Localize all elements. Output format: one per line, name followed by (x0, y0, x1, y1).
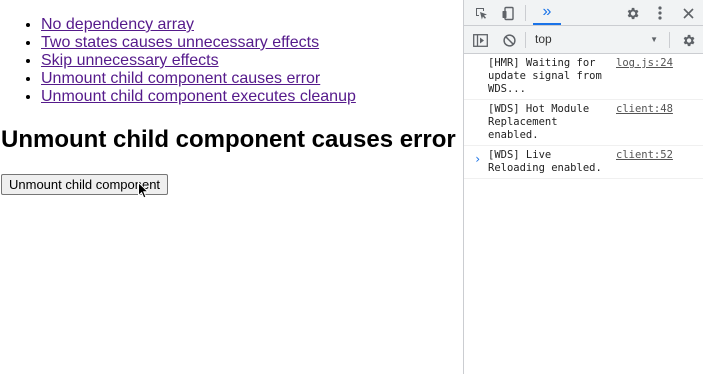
prompt-chevron-icon: › (474, 152, 482, 166)
page-title: Unmount child component causes error (1, 126, 456, 153)
console-toolbar: top ▼ (464, 26, 703, 54)
link-two-states[interactable]: Two states causes unnecessary effects (41, 34, 319, 51)
device-toolbar-icon[interactable] (499, 4, 517, 22)
list-item: Two states causes unnecessary effects (41, 34, 356, 52)
link-no-dependency-array[interactable]: No dependency array (41, 16, 194, 33)
console-message-text: [WDS] Hot Module Replacement enabled. (488, 103, 596, 141)
console-settings-icon[interactable] (679, 31, 697, 49)
link-skip-unnecessary-effects[interactable]: Skip unnecessary effects (41, 52, 219, 69)
list-item: Unmount child component executes cleanup (41, 88, 356, 106)
toolbar-divider (525, 32, 526, 48)
list-item: Unmount child component causes error (41, 70, 356, 88)
link-unmount-executes-cleanup[interactable]: Unmount child component executes cleanup (41, 88, 356, 105)
console-message-source-link[interactable]: client:48 (616, 103, 673, 116)
console-message-text: [HMR] Waiting for update signal from WDS… (488, 57, 609, 95)
console-prompt: › (464, 150, 703, 168)
list-item: Skip unnecessary effects (41, 52, 356, 70)
console-input[interactable] (488, 151, 692, 168)
screen: No dependency array Two states causes un… (0, 0, 703, 374)
list-item: No dependency array (41, 16, 356, 34)
close-icon[interactable] (679, 4, 697, 22)
unmount-child-button[interactable]: Unmount child component (1, 174, 169, 195)
devtools-main-toolbar: » (464, 0, 703, 26)
settings-icon[interactable] (623, 4, 641, 22)
clear-console-icon[interactable] (500, 31, 518, 49)
console-message: [HMR] Waiting for update signal from WDS… (464, 54, 703, 100)
link-unmount-causes-error[interactable]: Unmount child component causes error (41, 70, 320, 87)
context-selector[interactable]: top ▼ (532, 31, 664, 48)
page-content: No dependency array Two states causes un… (0, 0, 463, 374)
console-message: [WDS] Hot Module Replacement enabled. cl… (464, 100, 703, 146)
inspect-element-icon[interactable] (472, 4, 490, 22)
console-message-source-link[interactable]: log.js:24 (616, 57, 673, 70)
devtools-panel: » top ▼ [HMR] Waiting for update signal … (463, 0, 703, 374)
more-vertical-icon[interactable] (651, 4, 669, 22)
toolbar-divider (525, 5, 526, 21)
toolbar-divider (669, 32, 670, 48)
sidebar-toggle-icon[interactable] (471, 31, 489, 49)
chevron-down-icon: ▼ (650, 35, 658, 44)
context-value: top (535, 32, 552, 46)
more-tabs-button[interactable]: » (533, 0, 561, 25)
example-links-list: No dependency array Two states causes un… (0, 16, 356, 106)
